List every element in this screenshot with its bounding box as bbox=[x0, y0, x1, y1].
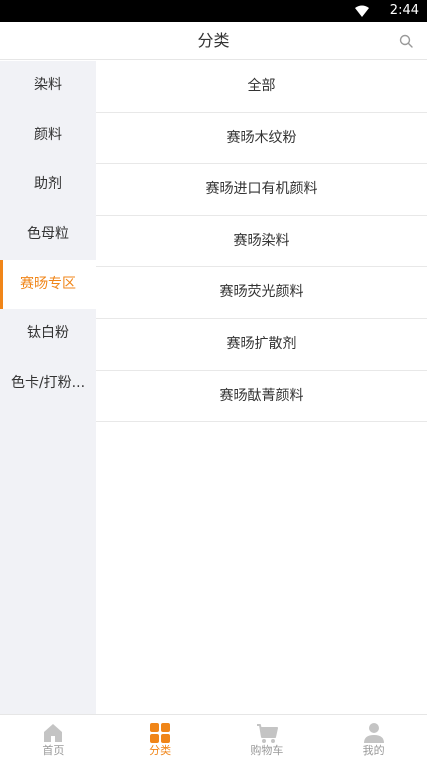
tab-cart-label: 购物车 bbox=[250, 744, 284, 757]
list-item[interactable]: 赛旸进口有机颜料 bbox=[96, 164, 427, 216]
tab-cart[interactable]: 购物车 bbox=[214, 715, 321, 759]
sidebar-item-titanium-dioxide[interactable]: 钛白粉 bbox=[0, 309, 96, 359]
header: 分类 bbox=[0, 22, 427, 60]
list-item[interactable]: 赛旸酞菁颜料 bbox=[96, 371, 427, 423]
sidebar-item-dyes[interactable]: 染料 bbox=[0, 61, 96, 111]
status-bar: 2:44 bbox=[0, 0, 427, 22]
user-icon bbox=[363, 723, 384, 743]
sidebar-item-masterbatch[interactable]: 色母粒 bbox=[0, 210, 96, 260]
bottom-tab-bar: 首页 分类 购物车 我的 bbox=[0, 714, 427, 759]
sidebar-item-pigments[interactable]: 颜料 bbox=[0, 111, 96, 161]
tab-home[interactable]: 首页 bbox=[0, 715, 107, 759]
tab-category[interactable]: 分类 bbox=[107, 715, 214, 759]
tab-category-label: 分类 bbox=[149, 744, 172, 757]
search-icon[interactable] bbox=[399, 34, 413, 48]
tab-profile[interactable]: 我的 bbox=[320, 715, 427, 759]
status-time: 2:44 bbox=[389, 3, 419, 18]
sidebar-item-color-cards[interactable]: 色卡/打粉... bbox=[0, 359, 96, 409]
cart-icon bbox=[256, 724, 278, 743]
subcategory-list: 全部 赛旸木纹粉 赛旸进口有机颜料 赛旸染料 赛旸荧光颜料 赛旸扩散剂 赛旸酞菁… bbox=[96, 61, 427, 714]
sidebar-item-saiyang-zone[interactable]: 赛旸专区 bbox=[0, 259, 96, 310]
list-item[interactable]: 赛旸染料 bbox=[96, 216, 427, 268]
category-grid-icon bbox=[150, 723, 171, 743]
tab-home-label: 首页 bbox=[42, 744, 65, 757]
wifi-icon bbox=[355, 5, 369, 17]
list-item[interactable]: 赛旸扩散剂 bbox=[96, 319, 427, 371]
home-icon bbox=[44, 724, 63, 742]
list-item[interactable]: 赛旸荧光颜料 bbox=[96, 267, 427, 319]
page-title: 分类 bbox=[197, 31, 230, 50]
category-sidebar: 染料 颜料 助剂 色母粒 赛旸专区 钛白粉 色卡/打粉... bbox=[0, 61, 96, 714]
sidebar-item-additives[interactable]: 助剂 bbox=[0, 160, 96, 210]
list-item[interactable]: 全部 bbox=[96, 61, 427, 113]
tab-profile-label: 我的 bbox=[362, 744, 385, 757]
list-item[interactable]: 赛旸木纹粉 bbox=[96, 113, 427, 165]
